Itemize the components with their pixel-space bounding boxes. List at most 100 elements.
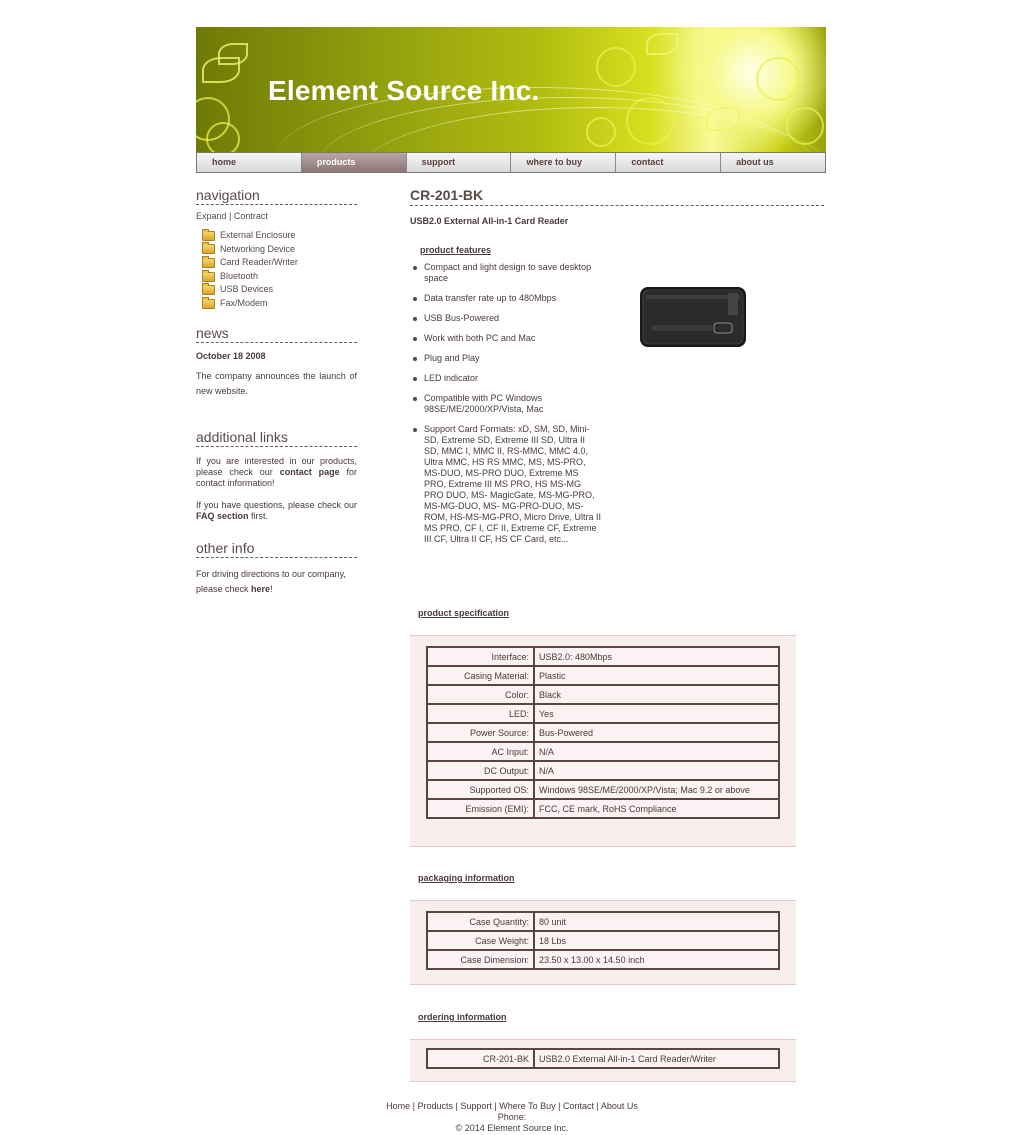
spec-key: Color: (426, 684, 535, 705)
sidebar: navigation Expand | Contract External En… (196, 187, 357, 611)
spec-value: Black (533, 684, 780, 705)
contact-page-link[interactable]: contact page (280, 467, 340, 477)
banner-swirl-decoration (206, 122, 240, 152)
nav-tab-home[interactable]: home (196, 153, 301, 172)
feature-item: Plug and Play (410, 353, 602, 364)
product-specification-heading[interactable]: product specification (418, 608, 509, 618)
sidebar-additional-links: additional links If you are interested i… (196, 429, 357, 522)
sidebar-heading-additional-links: additional links (196, 429, 357, 447)
category-label: Networking Device (220, 243, 296, 254)
category-label: Bluetooth (220, 270, 259, 281)
spec-key: Interface: (426, 646, 535, 667)
product-image-card-reader (640, 287, 746, 347)
table-row: Power Source: Bus-Powered (426, 722, 780, 743)
top-navigation: home products support where to buy conta… (196, 152, 826, 173)
spec-key: DC Output: (426, 760, 535, 781)
footer-link-products[interactable]: Products (417, 1101, 453, 1111)
feature-item: USB Bus-Powered (410, 313, 602, 324)
footer-copyright: © 2014 Element Source Inc. (455, 1123, 569, 1133)
folder-icon (202, 296, 215, 309)
category-item-fax-modem[interactable]: Fax/Modem (202, 296, 357, 311)
category-item-networking-device[interactable]: Networking Device (202, 242, 357, 257)
category-item-bluetooth[interactable]: Bluetooth (202, 269, 357, 284)
table-row: Emission (EMI): FCC, CE mark, RoHS Compli… (426, 798, 780, 819)
sidebar-other-info: other info For driving directions to our… (196, 540, 357, 597)
nav-tab-about-us[interactable]: about us (720, 153, 826, 172)
table-row: Casing Material: Plastic (426, 665, 780, 686)
page-wrapper: Element Source Inc. home products suppor… (196, 27, 826, 1082)
feature-item: Data transfer rate up to 480Mbps (410, 293, 602, 304)
card-slot-row (646, 295, 740, 299)
folder-icon (202, 269, 215, 282)
product-features-heading[interactable]: product features (420, 245, 491, 255)
sidebar-heading-news: news (196, 325, 357, 343)
banner-swirl-decoration (756, 57, 800, 101)
category-item-external-enclosure[interactable]: External Enclosure (202, 228, 357, 243)
expand-link[interactable]: Expand (196, 211, 227, 221)
footer-links: Home | Products | Support | Where To Buy… (0, 1101, 1024, 1112)
spec-value: Windows 98SE/ME/2000/XP/Vista; Mac 9.2 o… (533, 779, 780, 800)
table-row: DC Output: N/A (426, 760, 780, 781)
nav-tab-where-to-buy[interactable]: where to buy (510, 153, 616, 172)
spec-value: 23.50 x 13.00 x 14.50 inch (533, 949, 780, 970)
spec-value: Plastic (533, 665, 780, 686)
category-item-usb-devices[interactable]: USB Devices (202, 283, 357, 297)
faq-section-link[interactable]: FAQ section (196, 511, 249, 521)
nav-tab-contact[interactable]: contact (615, 153, 721, 172)
card-slot-side (728, 293, 738, 315)
news-text: The company announces the launch of new … (196, 370, 357, 396)
sidebar-news: news October 18 2008 The company announc… (196, 325, 357, 399)
banner-leaf-decoration (706, 107, 740, 131)
additional-links-paragraph-contact: If you are interested in our products, p… (196, 456, 357, 489)
table-row: Supported OS: Windows 98SE/ME/2000/XP/Vis… (426, 779, 780, 800)
nav-tab-products[interactable]: products (300, 153, 406, 172)
product-specification-table: Interface: USB2.0: 480Mbps Casing Materia… (426, 646, 780, 819)
main-content: CR-201-BK USB2.0 External All-in-1 Card … (410, 187, 824, 1082)
spec-key: Supported OS: (426, 779, 535, 800)
footer-separator: | (555, 1101, 563, 1111)
spec-value: 18 Lbs (533, 930, 780, 951)
spec-key: AC Input: (426, 741, 535, 762)
table-row: Case Weight: 18 Lbs (426, 930, 780, 951)
spec-value: USB2.0: 480Mbps (533, 646, 780, 667)
spec-key: Emission (EMI): (426, 798, 535, 819)
feature-item: Compact and light design to save desktop… (410, 262, 602, 284)
footer-link-support[interactable]: Support (460, 1101, 492, 1111)
footer-link-where-to-buy[interactable]: Where To Buy (499, 1101, 555, 1111)
card-reader-label (652, 325, 712, 331)
table-row: Interface: USB2.0: 480Mbps (426, 646, 780, 667)
spec-value: N/A (533, 741, 780, 762)
packaging-information-heading[interactable]: packaging information (418, 873, 515, 883)
ordering-information-heading[interactable]: ordering information (418, 1012, 507, 1022)
packaging-information-box: Case Quantity: 80 unit Case Weight: 18 Lbs… (410, 900, 796, 985)
table-row: Case Dimension: 23.50 x 13.00 x 14.50 inc… (426, 949, 780, 970)
banner-leaf-decoration (218, 43, 248, 65)
directions-here-link[interactable]: here (251, 584, 270, 594)
expand-separator: | (229, 211, 232, 221)
footer-link-about-us[interactable]: About Us (601, 1101, 638, 1111)
feature-item: Work with both PC and Mac (410, 333, 602, 344)
spec-key: Case Dimension: (426, 949, 535, 970)
category-tree: External Enclosure Networking Device Car… (196, 228, 357, 311)
additional-links-paragraph-faq: If you have questions, please check our … (196, 500, 357, 522)
table-row: CR-201-BK USB2.0 External All-in-1 Card R… (426, 1048, 780, 1069)
banner-leaf-decoration (646, 33, 678, 55)
sidebar-navigation: navigation Expand | Contract External En… (196, 187, 357, 311)
category-item-card-reader-writer[interactable]: Card Reader/Writer (202, 255, 357, 270)
banner-swirl-decoration (596, 47, 636, 87)
footer-link-home[interactable]: Home (386, 1101, 410, 1111)
paragraph-text: If you have questions, please check our (196, 499, 357, 510)
ordering-information-table: CR-201-BK USB2.0 External All-in-1 Card R… (426, 1048, 780, 1069)
category-label: Card Reader/Writer (220, 257, 298, 268)
footer-phone: Phone: (497, 1112, 527, 1122)
banner-swirl-decoration (586, 117, 616, 147)
product-subtitle: USB2.0 External All-in-1 Card Reader (410, 216, 569, 226)
spec-key: Case Quantity: (426, 911, 535, 932)
footer-separator: | (593, 1101, 601, 1111)
contract-link[interactable]: Contract (234, 211, 268, 221)
spec-key: Casing Material: (426, 665, 535, 686)
footer-link-contact[interactable]: Contact (563, 1101, 594, 1111)
feature-item: Support Card Formats: xD, SM, SD, Mini-S… (410, 424, 602, 545)
nav-tab-support[interactable]: support (405, 153, 511, 172)
other-info-text: For driving directions to our company, p… (196, 567, 357, 597)
